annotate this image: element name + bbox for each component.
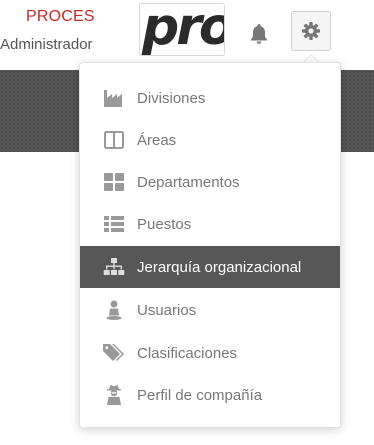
tags-icon: [102, 341, 126, 365]
menu-item-label: Departamentos: [137, 173, 240, 191]
grid-icon: [102, 170, 126, 194]
menu-item-label: Divisiones: [137, 89, 206, 107]
menu-item-areas[interactable]: Áreas: [80, 119, 340, 161]
menu-item-label: Puestos: [137, 215, 192, 233]
menu-item-label: Usuarios: [137, 301, 197, 319]
list-icon: [102, 212, 126, 236]
menu-item-label: Jerarquía organizacional: [137, 258, 302, 276]
factory-icon: [102, 86, 126, 110]
menu-item-divisiones[interactable]: Divisiones: [80, 77, 340, 119]
gear-icon: [302, 22, 320, 40]
menu-item-jerarquia[interactable]: Jerarquía organizacional: [80, 246, 340, 288]
menu-item-usuarios[interactable]: Usuarios: [80, 289, 340, 331]
columns-icon: [102, 128, 126, 152]
menu-item-puestos[interactable]: Puestos: [80, 203, 340, 245]
bell-icon[interactable]: [247, 22, 271, 46]
menu-item-clasificaciones[interactable]: Clasificaciones: [80, 332, 340, 374]
settings-button[interactable]: [291, 11, 331, 51]
menu-item-perfil-compania[interactable]: Perfil de compañía: [80, 374, 340, 416]
company-name: PROCES: [26, 8, 95, 25]
user-role: Administrador: [0, 36, 93, 53]
menu-item-label: Clasificaciones: [137, 344, 238, 362]
logo-text: pro: [142, 3, 225, 56]
menu-item-label: Áreas: [137, 131, 177, 149]
user-secret-icon: [102, 383, 126, 407]
user-icon: [102, 298, 126, 322]
menu-item-label: Perfil de compañía: [137, 386, 263, 404]
settings-dropdown-menu: Divisiones Áreas Departamentos Puestos J…: [79, 62, 341, 428]
company-logo[interactable]: pro: [139, 3, 225, 56]
sitemap-icon: [102, 255, 126, 279]
menu-item-departamentos[interactable]: Departamentos: [80, 161, 340, 203]
